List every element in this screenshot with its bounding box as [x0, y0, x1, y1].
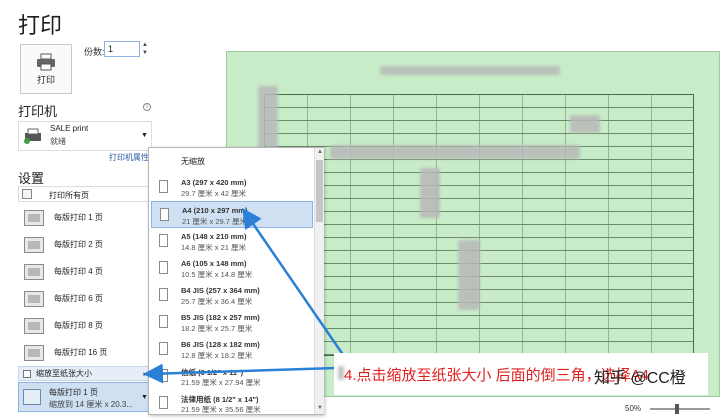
print-button-label: 打印: [36, 74, 55, 85]
redacted-text: [380, 66, 560, 75]
paper-option-b4[interactable]: B4 JIS (257 x 364 mm) 25.7 厘米 x 36.4 厘米: [151, 282, 313, 309]
pages-per-sheet-2[interactable]: 每版打印 2 页: [18, 231, 152, 258]
printer-icon: [37, 53, 55, 70]
paper-size: 21.59 厘米 x 35.56 厘米: [181, 405, 261, 414]
submenu-arrow-icon[interactable]: ▸: [143, 370, 147, 378]
copies-stepper[interactable]: ▲ ▼: [141, 41, 149, 57]
pages-per-sheet-6[interactable]: 每版打印 6 页: [18, 285, 152, 312]
paper-name: B6 JIS (128 x 182 mm): [181, 340, 260, 349]
redacted-text: [570, 115, 600, 133]
paper-icon: [159, 369, 168, 382]
paper-size: 21.59 厘米 x 27.94 厘米: [181, 378, 261, 387]
print-range-label: 打印所有页: [49, 191, 89, 200]
paper-icon: [159, 315, 168, 328]
zoom-level: 50%: [625, 404, 642, 413]
redacted-text: [458, 240, 480, 310]
printer-status: 就绪: [50, 137, 66, 146]
redacted-text: [330, 145, 580, 159]
paper-option-b5[interactable]: B5 JIS (182 x 257 mm) 18.2 厘米 x 25.7 厘米: [151, 309, 313, 336]
zoom-slider[interactable]: [650, 408, 710, 410]
scroll-thumb[interactable]: [316, 160, 323, 222]
info-icon[interactable]: i: [143, 103, 151, 111]
printer-section-title: 打印机: [18, 104, 58, 119]
paper-option-legal[interactable]: 法律用纸 (8 1/2" x 14") 21.59 厘米 x 35.56 厘米: [151, 390, 313, 417]
scroll-down-icon[interactable]: ▼: [315, 405, 325, 411]
paper-name: B4 JIS (257 x 364 mm): [181, 286, 260, 295]
page-layout-icon: [24, 290, 44, 307]
paper-icon: [160, 208, 169, 221]
paper-option-a6[interactable]: A6 (105 x 148 mm) 10.5 厘米 x 14.8 厘米: [151, 255, 313, 282]
print-range-select[interactable]: 打印所有页: [18, 186, 152, 202]
printer-select[interactable]: SALE print 就绪 ▼: [18, 121, 152, 151]
page-title: 打印: [18, 13, 63, 38]
pages-per-sheet-8[interactable]: 每版打印 8 页: [18, 312, 152, 339]
watermark: 知乎 @CC橙: [594, 370, 686, 387]
scroll-up-icon[interactable]: ▲: [315, 149, 325, 155]
paper-option-letter[interactable]: 信纸 (8 1/2" x 11") 21.59 厘米 x 27.94 厘米: [151, 363, 313, 390]
paper-icon: [159, 261, 168, 274]
paper-size: 25.7 厘米 x 36.4 厘米: [181, 297, 253, 306]
copies-input[interactable]: 1: [104, 41, 140, 57]
pages-per-sheet-label: 每版打印 6 页: [54, 294, 103, 303]
page-layout-icon: [23, 389, 41, 405]
page-layout-icon: [24, 209, 44, 226]
pages-per-sheet-label: 每版打印 2 页: [54, 240, 103, 249]
page-layout-icon: [24, 236, 44, 253]
print-button[interactable]: 打印: [20, 44, 72, 94]
scale-icon: [23, 369, 31, 378]
printer-name: SALE print: [50, 124, 89, 133]
paper-size: 29.7 厘米 x 42 厘米: [181, 189, 247, 198]
paper-icon: [159, 234, 168, 247]
paper-size: 14.8 厘米 x 21 厘米: [181, 243, 247, 252]
pages-per-sheet-label: 每版打印 1 页: [54, 213, 103, 222]
paper-option-b6[interactable]: B6 JIS (128 x 182 mm) 12.8 厘米 x 18.2 厘米: [151, 336, 313, 363]
paper-size: 10.5 厘米 x 14.8 厘米: [181, 270, 253, 279]
pages-per-sheet-select[interactable]: 每版打印 1 页 缩放到 14 厘米 x 20.3... ▼: [18, 382, 152, 412]
printer-device-icon: [24, 128, 41, 144]
paper-size: 12.8 厘米 x 18.2 厘米: [181, 351, 253, 360]
paper-name: A3 (297 x 420 mm): [181, 178, 247, 187]
paper-name: A5 (148 x 210 mm): [181, 232, 247, 241]
settings-section-title: 设置: [18, 171, 45, 186]
scale-to-paper-label: 缩放至纸张大小: [36, 369, 92, 378]
paper-option-a5[interactable]: A5 (148 x 210 mm) 14.8 厘米 x 21 厘米: [151, 228, 313, 255]
no-scaling-option[interactable]: 无缩放: [181, 156, 205, 167]
paper-icon: [159, 342, 168, 355]
printer-properties-link[interactable]: 打印机属性: [109, 152, 149, 163]
scale-to-paper-item[interactable]: 缩放至纸张大小 ▸: [18, 366, 152, 381]
chevron-down-icon: ▼: [141, 132, 148, 139]
paper-name: A4 (210 x 297 mm): [182, 206, 248, 215]
paper-icon: [159, 288, 168, 301]
paper-icon: [159, 396, 168, 409]
paper-option-a3[interactable]: A3 (297 x 420 mm) 29.7 厘米 x 42 厘米: [151, 174, 313, 201]
selected-layout-sub: 缩放到 14 厘米 x 20.3...: [49, 400, 134, 409]
zoom-slider-handle[interactable]: [675, 404, 679, 414]
pages-per-sheet-label: 每版打印 16 页: [54, 348, 108, 357]
pages-per-sheet-label: 每版打印 4 页: [54, 267, 103, 276]
paper-size-menu[interactable]: 无缩放 A3 (297 x 420 mm) 29.7 厘米 x 42 厘米 A4…: [148, 147, 324, 415]
preview-form: [264, 94, 694, 356]
pages-icon: [22, 189, 32, 199]
selected-layout-title: 每版打印 1 页: [49, 388, 98, 397]
paper-size: 18.2 厘米 x 25.7 厘米: [181, 324, 253, 333]
copies-label: 份数:: [84, 47, 105, 57]
chevron-down-icon: ▼: [141, 394, 148, 401]
paper-size: 21 厘米 x 29.7 厘米: [182, 217, 248, 226]
page-layout-icon: [24, 263, 44, 280]
pages-per-sheet-4[interactable]: 每版打印 4 页: [18, 258, 152, 285]
paper-name: A6 (105 x 148 mm): [181, 259, 247, 268]
page-layout-icon: [24, 344, 44, 361]
page-layout-icon: [24, 317, 44, 334]
paper-option-a4[interactable]: A4 (210 x 297 mm) 21 厘米 x 29.7 厘米: [151, 201, 313, 228]
paper-name: B5 JIS (182 x 257 mm): [181, 313, 260, 322]
menu-scrollbar[interactable]: ▲ ▼: [314, 148, 324, 414]
pages-per-sheet-1[interactable]: 每版打印 1 页: [18, 204, 152, 231]
redacted-text: [420, 168, 440, 218]
pages-per-sheet-label: 每版打印 8 页: [54, 321, 103, 330]
paper-icon: [159, 180, 168, 193]
pages-per-sheet-16[interactable]: 每版打印 16 页: [18, 339, 152, 366]
